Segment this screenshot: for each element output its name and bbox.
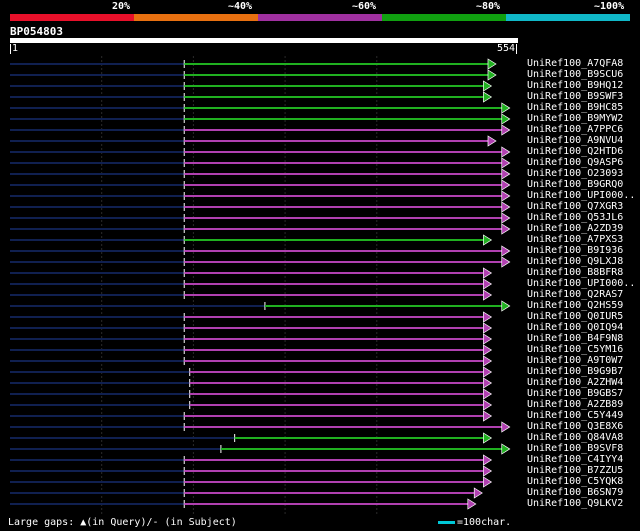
hit-label[interactable]: UniRef100_UPI000.. xyxy=(527,190,635,201)
hit-arrow-head xyxy=(483,344,493,356)
gaps-legend: Large gaps: ▲(in Query)/- (in Subject) xyxy=(8,517,237,528)
hit-label[interactable]: UniRef100_Q2HS59 xyxy=(527,300,623,311)
hit-label[interactable]: UniRef100_Q2HTD6 xyxy=(527,146,623,157)
hit-label[interactable]: UniRef100_Q9ASP6 xyxy=(527,157,623,168)
hit-label[interactable]: UniRef100_B6SN79 xyxy=(527,487,623,498)
hit-arrow-head xyxy=(487,58,497,70)
hit-label[interactable]: UniRef100_A2ZHW4 xyxy=(527,377,623,388)
hit-label[interactable]: UniRef100_A9NVU4 xyxy=(527,135,623,146)
hit-arrow-head xyxy=(483,377,493,389)
scale-bar xyxy=(438,520,455,524)
hit-arrow-head xyxy=(501,190,511,202)
hit-arrow-head xyxy=(483,91,493,103)
hit-arrow-head xyxy=(483,399,493,411)
hit-label[interactable]: UniRef100_B9SCU6 xyxy=(527,69,623,80)
hit-label[interactable]: UniRef100_Q2RAS7 xyxy=(527,289,623,300)
hit-arrow-head xyxy=(483,410,493,422)
hit-arrow-head xyxy=(501,179,511,191)
hit-arrow-head xyxy=(501,113,511,125)
hit-label[interactable]: UniRef100_B9SVF8 xyxy=(527,443,623,454)
hit-arrow-head xyxy=(483,454,493,466)
hit-arrow-head xyxy=(483,333,493,345)
hit-label[interactable]: UniRef100_C5YQK8 xyxy=(527,476,623,487)
hit-label[interactable]: UniRef100_B9GBS7 xyxy=(527,388,623,399)
hit-label[interactable]: UniRef100_Q9LXJ8 xyxy=(527,256,623,267)
hit-arrow-head xyxy=(483,289,493,301)
hit-label[interactable]: UniRef100_UPI000.. xyxy=(527,278,635,289)
hit-arrow-head xyxy=(483,80,493,92)
hit-arrow-head xyxy=(483,322,493,334)
hit-arrow-head xyxy=(501,146,511,158)
hit-label[interactable]: UniRef100_C5Y449 xyxy=(527,410,623,421)
hit-arrow-head xyxy=(487,69,497,81)
hit-arrow-head xyxy=(483,278,493,290)
hit-label[interactable]: UniRef100_Q0IUR5 xyxy=(527,311,623,322)
hit-label[interactable]: UniRef100_A9T0W7 xyxy=(527,355,623,366)
hit-label[interactable]: UniRef100_A2ZB89 xyxy=(527,399,623,410)
hit-label[interactable]: UniRef100_Q0IQ94 xyxy=(527,322,623,333)
hit-arrow-head xyxy=(483,311,493,323)
hit-label[interactable]: UniRef100_O23093 xyxy=(527,168,623,179)
hit-label[interactable]: UniRef100_Q3E8X6 xyxy=(527,421,623,432)
hit-arrow-head xyxy=(467,498,477,510)
hit-label[interactable]: UniRef100_Q7XGR3 xyxy=(527,201,623,212)
hit-arrow-head xyxy=(483,355,493,367)
hit-arrow-head xyxy=(501,223,511,235)
hit-label[interactable]: UniRef100_B9HC85 xyxy=(527,102,623,113)
hit-arrow-head xyxy=(501,102,511,114)
hit-arrow-head xyxy=(483,267,493,279)
hit-arrow-head xyxy=(501,201,511,213)
hit-arrow-head xyxy=(483,476,493,488)
hit-label[interactable]: UniRef100_B4F9N8 xyxy=(527,333,623,344)
hit-arrow-head xyxy=(483,388,493,400)
hit-label[interactable]: UniRef100_A2ZD39 xyxy=(527,223,623,234)
hit-label[interactable]: UniRef100_B9HQ12 xyxy=(527,80,623,91)
hit-arrow-head xyxy=(487,135,497,147)
hit-arrow-head xyxy=(501,157,511,169)
hit-arrow-head xyxy=(501,212,511,224)
scale-legend: =100char. xyxy=(438,517,511,528)
hit-arrow-head xyxy=(483,465,493,477)
hit-arrow-head xyxy=(501,443,511,455)
hit-label[interactable]: UniRef100_B9I936 xyxy=(527,245,623,256)
hit-arrow-head xyxy=(473,487,483,499)
scale-text: =100char. xyxy=(457,517,512,528)
hit-label[interactable]: UniRef100_B7ZZU5 xyxy=(527,465,623,476)
hit-label[interactable]: UniRef100_Q9LKV2 xyxy=(527,498,623,509)
hit-arrow-head xyxy=(483,366,493,378)
hit-label[interactable]: UniRef100_Q84VA8 xyxy=(527,432,623,443)
hit-label[interactable]: UniRef100_B8BFR8 xyxy=(527,267,623,278)
hit-arrow-head xyxy=(501,124,511,136)
hit-arrow-head xyxy=(501,300,511,312)
hit-arrow-head xyxy=(501,245,511,257)
hit-label[interactable]: UniRef100_Q53JL6 xyxy=(527,212,623,223)
hit-arrow-head xyxy=(483,234,493,246)
hit-label[interactable]: UniRef100_B9SWF3 xyxy=(527,91,623,102)
hit-arrow-head xyxy=(501,256,511,268)
hit-label[interactable]: UniRef100_C5YM16 xyxy=(527,344,623,355)
hit-label[interactable]: UniRef100_C4IYY4 xyxy=(527,454,623,465)
hit-arrow-head xyxy=(501,168,511,180)
hit-label[interactable]: UniRef100_B9MYW2 xyxy=(527,113,623,124)
hit-label[interactable]: UniRef100_B9G9B7 xyxy=(527,366,623,377)
hit-label[interactable]: UniRef100_B9GRQ0 xyxy=(527,179,623,190)
hit-label[interactable]: UniRef100_A7PPC6 xyxy=(527,124,623,135)
hit-arrow-head xyxy=(483,432,493,444)
hit-label[interactable]: UniRef100_A7PXS3 xyxy=(527,234,623,245)
hit-arrow-head xyxy=(501,421,511,433)
hit-label[interactable]: UniRef100_A7QFA8 xyxy=(527,58,623,69)
